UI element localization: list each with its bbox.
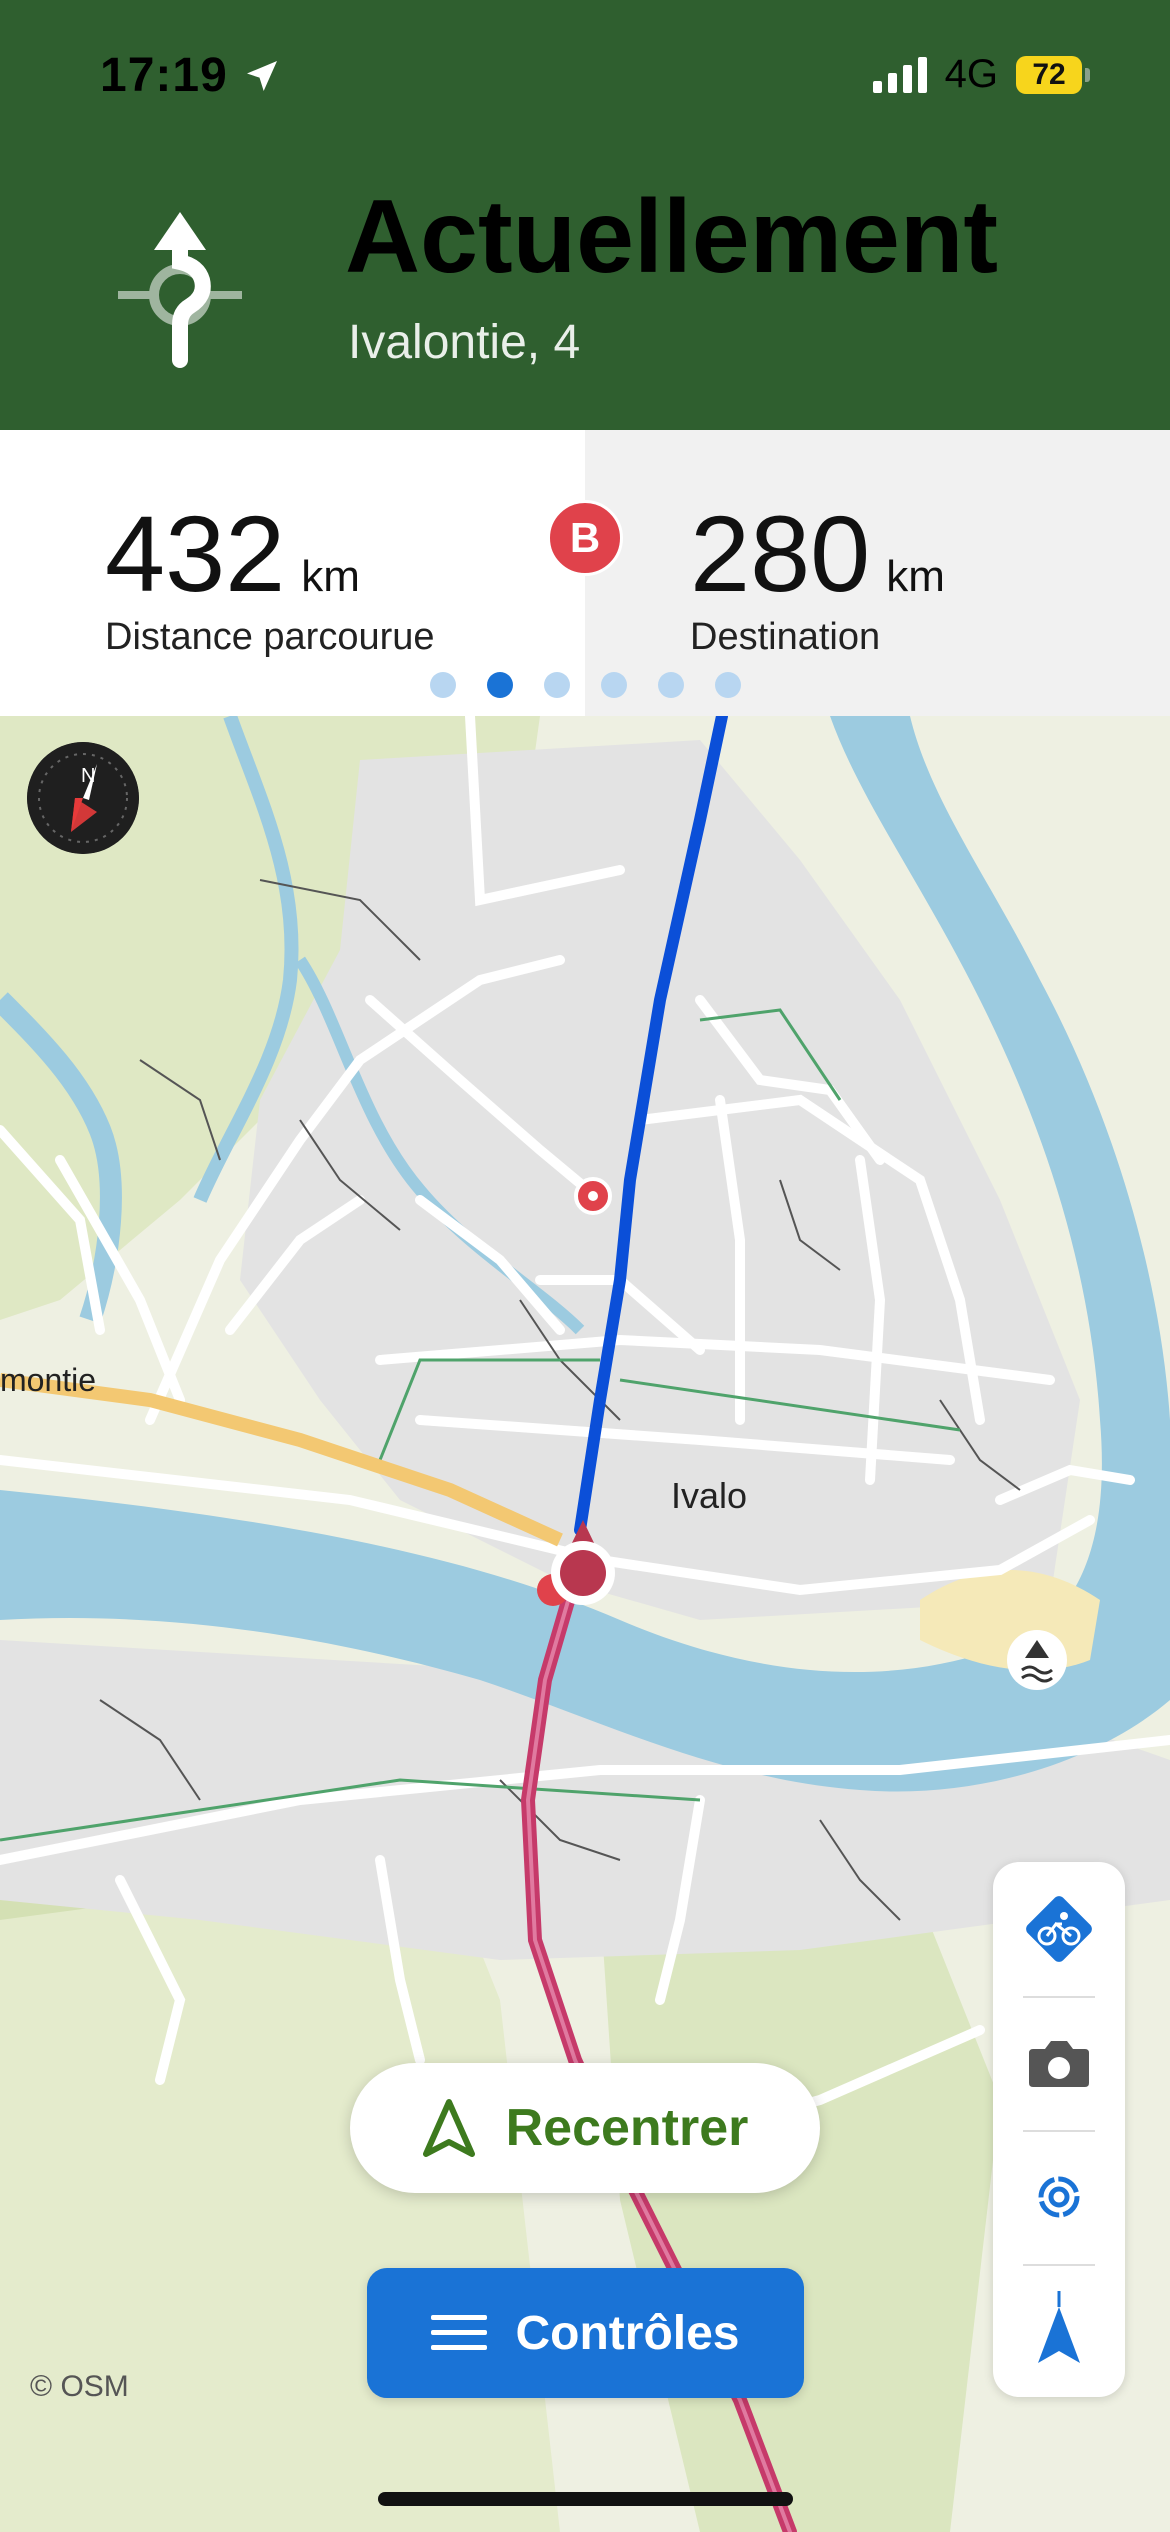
page-dot[interactable] xyxy=(714,672,741,698)
page-dot[interactable] xyxy=(543,672,570,698)
roundabout-icon xyxy=(118,212,242,368)
page-dot[interactable] xyxy=(429,672,456,698)
destination-badge: B xyxy=(547,500,623,576)
controls-button[interactable]: Contrôles xyxy=(367,2268,804,2398)
camera-icon xyxy=(1029,2041,1089,2087)
stat-distance-label: Distance parcourue xyxy=(105,616,435,658)
street-label: montie xyxy=(0,1362,97,1398)
stat-destination-label: Destination xyxy=(690,616,881,658)
maneuver-street: Ivalontie, 4 xyxy=(348,316,581,369)
map-tools-panel xyxy=(993,1862,1125,2397)
town-label: Ivalo xyxy=(671,1475,748,1516)
battery-icon: 72 xyxy=(1016,55,1090,94)
map-attribution[interactable]: © OSM xyxy=(30,2370,129,2404)
navigation-arrow-icon xyxy=(1038,2291,1080,2363)
page-dot[interactable] xyxy=(600,672,627,698)
svg-text:N: N xyxy=(81,765,95,787)
location-arrow-icon xyxy=(246,60,277,91)
home-indicator[interactable] xyxy=(378,2492,793,2506)
beach-icon[interactable] xyxy=(1007,1630,1067,1690)
signal-strength-icon xyxy=(872,56,927,93)
stat-destination-value: 280 xyxy=(690,493,871,614)
recenter-label: Recentrer xyxy=(505,2099,749,2157)
compass-icon[interactable]: N xyxy=(27,742,139,854)
status-time: 17:19 xyxy=(100,48,282,103)
bike-profile-icon xyxy=(1026,1896,1092,1962)
live-tracking-button[interactable] xyxy=(993,2130,1125,2264)
live-tracking-icon xyxy=(1038,2176,1080,2218)
menu-icon xyxy=(431,2315,488,2350)
camera-button[interactable] xyxy=(993,1996,1125,2130)
recenter-arrow-icon xyxy=(422,2099,475,2157)
page-dot[interactable] xyxy=(486,672,513,698)
network-label: 4G xyxy=(944,52,998,96)
stat-distance-value: 432 xyxy=(105,493,286,614)
bike-profile-button[interactable] xyxy=(993,1862,1125,1996)
battery-level: 72 xyxy=(1016,55,1082,94)
page-indicator[interactable] xyxy=(0,672,1170,698)
recenter-button[interactable]: Recentrer xyxy=(350,2063,820,2193)
page-dot[interactable] xyxy=(657,672,684,698)
controls-label: Contrôles xyxy=(515,2306,740,2360)
status-indicators: 4G 72 xyxy=(872,52,1090,97)
stat-destination-unit: km xyxy=(886,552,945,601)
stat-distance-unit: km xyxy=(301,552,360,601)
maneuver-title: Actuellement xyxy=(345,179,999,295)
navigation-mode-button[interactable] xyxy=(993,2262,1125,2396)
